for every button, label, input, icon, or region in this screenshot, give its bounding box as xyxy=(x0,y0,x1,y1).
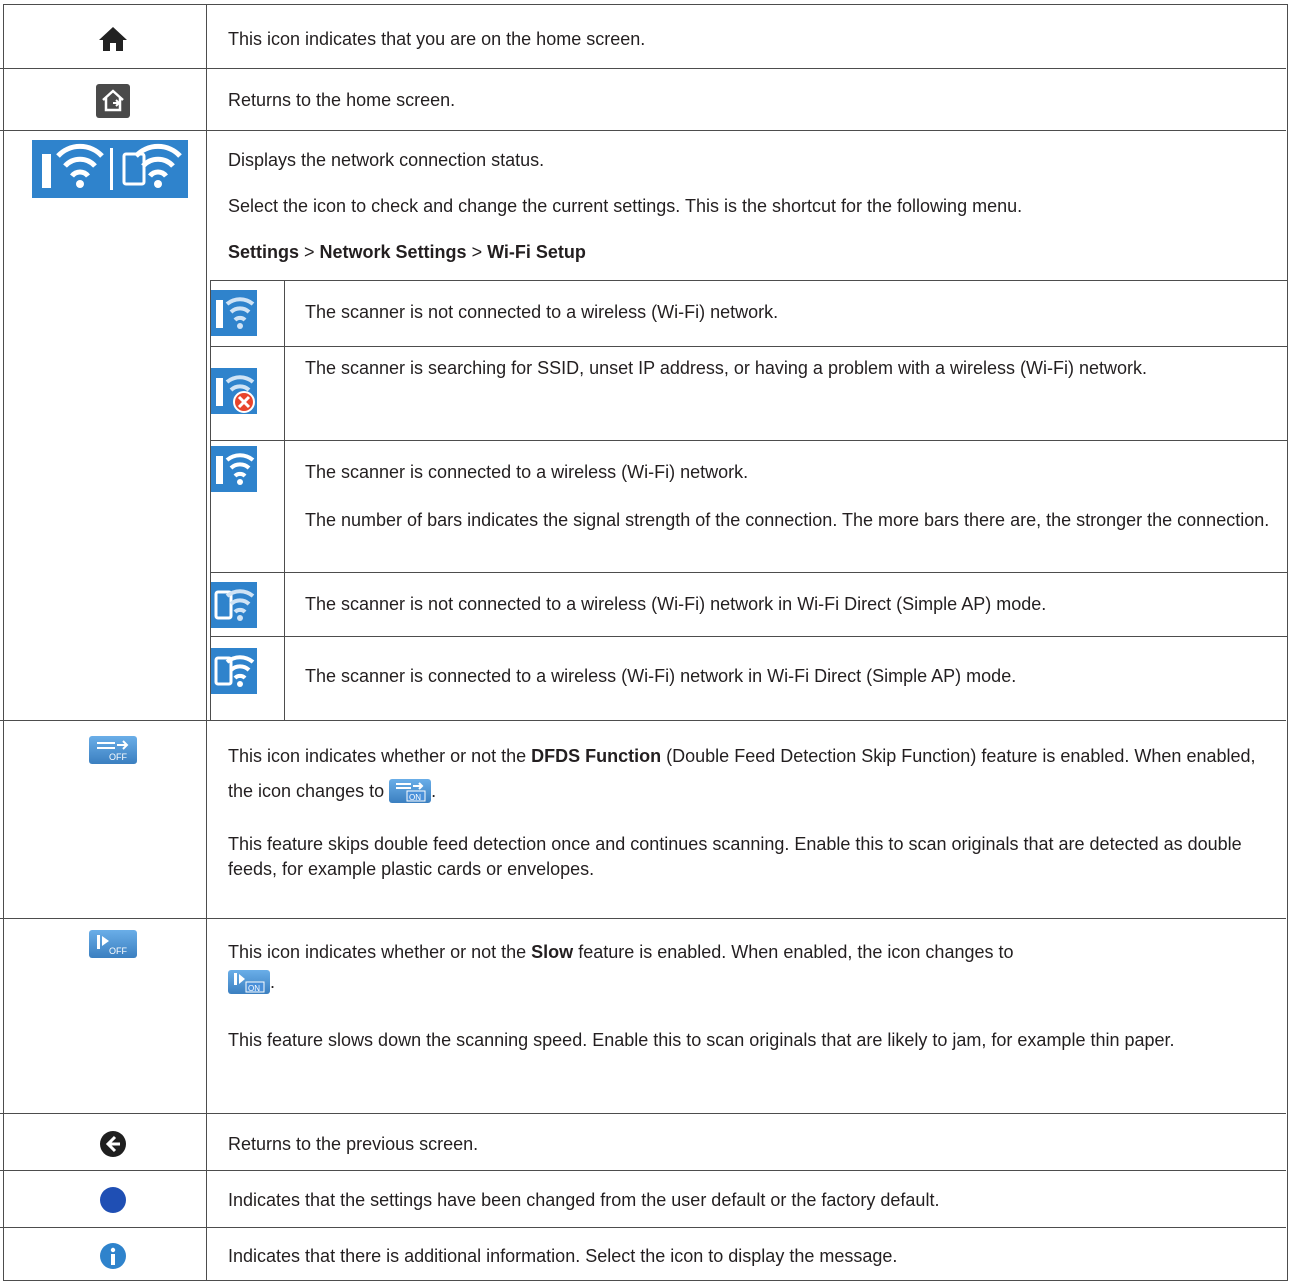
network-shortcut-text: Select the icon to check and change the … xyxy=(228,196,1023,216)
dfds-off-icon: OFF xyxy=(89,736,137,764)
row-divider xyxy=(0,918,1286,919)
slow-term: Slow xyxy=(531,942,574,962)
column-divider xyxy=(206,4,207,1281)
wifi-connected-text: The scanner is connected to a wireless (… xyxy=(305,462,749,482)
changed-description: Indicates that the settings have been ch… xyxy=(228,1190,940,1210)
row-divider xyxy=(0,68,1286,69)
slow-description-1: This icon indicates whether or not the S… xyxy=(228,942,1014,962)
dfds-description: This icon indicates whether or not the D… xyxy=(228,746,1256,803)
row-divider xyxy=(0,720,1286,721)
menu-path-separator: > xyxy=(466,242,488,262)
wifi-disconnected-text: The scanner is not connected to a wirele… xyxy=(305,302,779,322)
wifi-disconnected-icon xyxy=(211,290,257,336)
wifi-error-icon xyxy=(211,368,257,414)
sub-row-divider xyxy=(210,572,1288,573)
back-description: Returns to the previous screen. xyxy=(228,1134,479,1154)
return-home-icon xyxy=(94,84,132,118)
menu-path-network-settings: Network Settings xyxy=(319,242,467,262)
menu-path-wifi-setup: Wi-Fi Setup xyxy=(487,242,586,262)
info-icon xyxy=(97,1240,129,1272)
sub-row-divider xyxy=(210,280,1288,281)
row-divider xyxy=(0,1113,1286,1114)
dfds-on-icon: ON xyxy=(389,779,432,803)
svg-text:OFF: OFF xyxy=(109,752,127,762)
row-divider xyxy=(0,1170,1286,1171)
back-arrow-icon xyxy=(97,1128,129,1160)
sub-row-divider xyxy=(210,346,1288,347)
svg-text:OFF: OFF xyxy=(109,946,127,956)
blue-dot-icon xyxy=(97,1184,129,1216)
slow-on-icon: ON xyxy=(228,970,270,994)
wifi-error-text: The scanner is searching for SSID, unset… xyxy=(305,358,1148,378)
dfds-function-term: DFDS Function xyxy=(531,746,662,766)
menu-path-settings: Settings xyxy=(228,242,300,262)
wifi-direct-disconnected-text: The scanner is not connected to a wirele… xyxy=(305,594,1047,614)
slow-feature-text: This feature slows down the scanning spe… xyxy=(228,1030,1175,1050)
network-description: Displays the network connection status. xyxy=(228,150,545,170)
svg-text:ON: ON xyxy=(248,984,260,993)
sub-column-divider xyxy=(284,280,285,720)
home-description: This icon indicates that you are on the … xyxy=(228,29,646,49)
sub-row-divider xyxy=(210,440,1288,441)
info-description: Indicates that there is additional infor… xyxy=(228,1246,898,1266)
wifi-signal-strength-text: The number of bars indicates the signal … xyxy=(305,510,1270,530)
home-icon xyxy=(94,24,132,54)
wifi-direct-connected-icon xyxy=(211,648,257,694)
slow-description-2: ON. xyxy=(228,970,1278,995)
menu-path: Settings > Network Settings > Wi-Fi Setu… xyxy=(228,240,1278,265)
network-status-icon xyxy=(32,140,188,198)
row-divider xyxy=(0,1227,1286,1228)
sub-row-divider xyxy=(210,636,1288,637)
return-home-description: Returns to the home screen. xyxy=(228,90,456,110)
menu-path-separator: > xyxy=(299,242,320,262)
wifi-direct-connected-text: The scanner is connected to a wireless (… xyxy=(305,666,1017,686)
wifi-direct-disconnected-icon xyxy=(211,582,257,628)
row-divider xyxy=(0,130,1286,131)
dfds-feature-text: This feature skips double feed detection… xyxy=(228,834,1242,879)
slow-off-icon: OFF xyxy=(89,930,137,958)
wifi-connected-icon xyxy=(211,446,257,492)
svg-text:ON: ON xyxy=(409,793,421,802)
